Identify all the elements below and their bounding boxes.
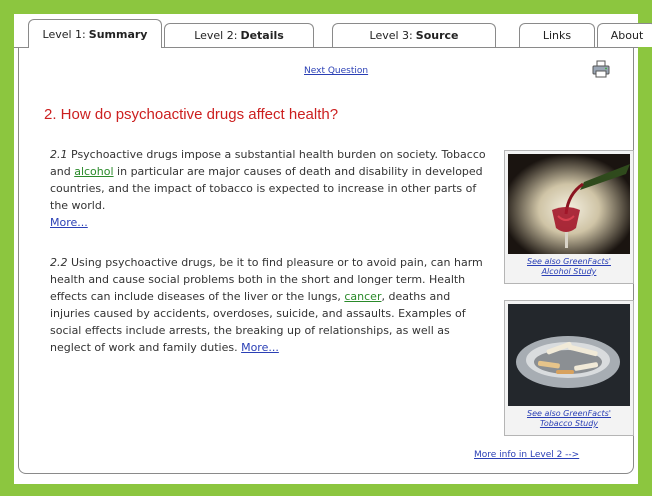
paragraph-2-1: 2.1 Psychoactive drugs impose a substant… bbox=[50, 146, 490, 231]
paragraph-number: 2.2 bbox=[50, 256, 68, 269]
tab-label: About bbox=[610, 29, 644, 42]
paragraph-2-2: 2.2 Using psychoactive drugs, be it to f… bbox=[50, 254, 490, 356]
content-frame: Level 1: Summary Level 2: Details Level 3:… bbox=[14, 14, 652, 484]
tab-level-2-details[interactable]: Level 2: Details bbox=[164, 23, 314, 47]
tab-level-1-summary[interactable]: Level 1: Summary bbox=[28, 19, 162, 48]
more-info-level-2-link[interactable]: More info in Level 2 --> bbox=[474, 450, 579, 460]
tab-label: Source bbox=[415, 29, 459, 42]
next-question-link[interactable]: Next Question bbox=[304, 66, 368, 76]
more-link[interactable]: More... bbox=[50, 216, 88, 229]
figure-caption[interactable]: See also GreenFacts' Alcohol Study bbox=[508, 257, 630, 277]
tab-bar: Level 1: Summary Level 2: Details Level 3:… bbox=[14, 14, 652, 48]
glossary-link-alcohol[interactable]: alcohol bbox=[74, 165, 113, 178]
caption-line[interactable]: See also GreenFacts' bbox=[527, 409, 611, 418]
ashtray-image[interactable] bbox=[508, 304, 630, 406]
tab-links[interactable]: Links bbox=[519, 23, 595, 47]
page-title: 2. How do psychoactive drugs affect heal… bbox=[44, 106, 339, 123]
caption-line[interactable]: See also GreenFacts' bbox=[527, 257, 611, 266]
alcohol-study-figure[interactable]: See also GreenFacts' Alcohol Study bbox=[504, 150, 634, 284]
caption-line[interactable]: Tobacco Study bbox=[540, 419, 598, 428]
tab-label: Summary bbox=[88, 27, 148, 41]
printer-icon[interactable] bbox=[592, 60, 610, 78]
tab-prefix: Level 1: bbox=[42, 27, 86, 41]
glossary-link-cancer[interactable]: cancer bbox=[344, 290, 381, 303]
tab-prefix: Level 2: bbox=[194, 29, 238, 42]
tab-about[interactable]: About bbox=[597, 23, 652, 47]
figure-caption[interactable]: See also GreenFacts' Tobacco Study bbox=[508, 409, 630, 429]
tab-level-3-source[interactable]: Level 3: Source bbox=[332, 23, 496, 47]
tobacco-study-figure[interactable]: See also GreenFacts' Tobacco Study bbox=[504, 300, 634, 436]
paragraph-text: in particular are major causes of death … bbox=[50, 165, 483, 212]
wine-pouring-image[interactable] bbox=[508, 154, 630, 254]
caption-line[interactable]: Alcohol Study bbox=[542, 267, 597, 276]
tab-prefix: Level 3: bbox=[369, 29, 413, 42]
tab-label: Details bbox=[240, 29, 284, 42]
tab-label: Links bbox=[542, 29, 572, 42]
more-link[interactable]: More... bbox=[241, 341, 279, 354]
paragraph-number: 2.1 bbox=[50, 148, 68, 161]
